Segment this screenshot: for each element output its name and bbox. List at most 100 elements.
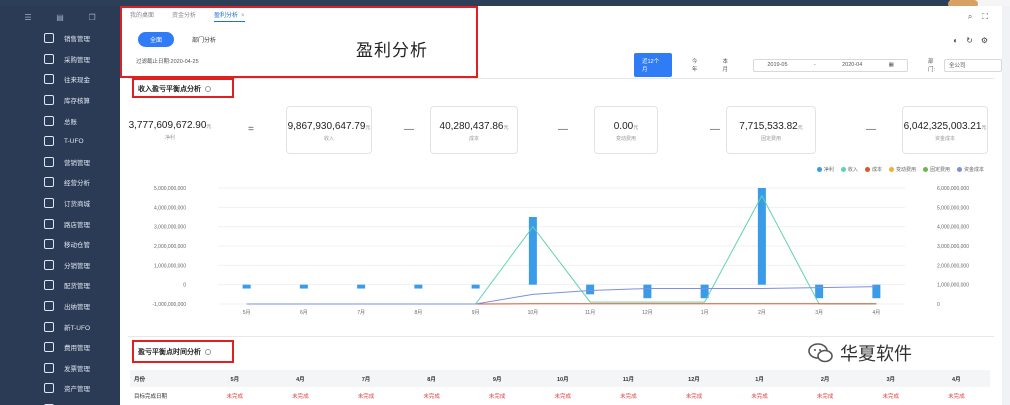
window-icon[interactable]: ❐: [88, 13, 95, 22]
metric-unit: 元: [797, 125, 803, 131]
table-header-cell: 月份: [134, 376, 146, 383]
menu-item-icon: [44, 342, 54, 353]
series-line: [246, 286, 877, 305]
dept-select[interactable]: 全公司: [944, 58, 1002, 72]
sidebar-item[interactable]: 订货商城: [0, 193, 120, 214]
sidebar-item[interactable]: 移动仓管: [0, 234, 120, 255]
legend-swatch: [840, 167, 846, 172]
window-tools: ⌕ ⛶: [968, 12, 988, 22]
bar-net-profit: [357, 284, 366, 289]
sidebar-item-label: 出纳管理: [64, 304, 90, 312]
sidebar-item-label: T-UFO: [64, 137, 84, 145]
legend-item[interactable]: 收入: [840, 166, 858, 173]
table-cell: 未完成: [357, 393, 375, 400]
sidebar-item[interactable]: 报表中心: [0, 399, 120, 405]
menu-item-icon: [44, 198, 54, 209]
sidebar-item[interactable]: 销售管理: [0, 28, 120, 49]
sidebar-item-label: 总账: [64, 118, 77, 126]
table-header-cell: 11月: [622, 376, 635, 383]
legend-item[interactable]: 净利: [816, 166, 834, 173]
list-icon[interactable]: ▤: [56, 13, 64, 22]
legend-swatch: [922, 167, 928, 172]
x-tick-label: 4月: [872, 310, 880, 316]
legend-swatch: [816, 167, 822, 172]
search-icon[interactable]: ⌕: [968, 12, 972, 22]
sidebar: ☰ ▤ ❐ 销售管理采购管理 往来现金 库存核算总账 T-UFO 营销管理 经营分析订货商…: [0, 6, 120, 405]
filter-bar: 近12个月 今年 本月 2019-05 - 2020-04 ▦ 部门: 全公司: [634, 53, 1002, 77]
metric-value: 7,715,533.82元: [739, 121, 803, 132]
legend-swatch: [888, 167, 894, 172]
metric-unit: 元: [503, 125, 509, 131]
menu-icon[interactable]: ☰: [24, 13, 31, 22]
table-header-cell: 8月: [427, 376, 436, 383]
table-cell: 未完成: [816, 393, 834, 400]
legend-item[interactable]: 资金成本: [956, 166, 984, 173]
sidebar-item-label: 订货商城: [64, 201, 90, 209]
sidebar-item[interactable]: 经营分析: [0, 172, 120, 193]
y-tick-label-right: 6,000,000,000: [937, 186, 969, 192]
sidebar-item[interactable]: 往来现金: [0, 69, 120, 90]
metric-value: 3,777,609,672.90元: [128, 120, 212, 131]
y-tick-label-left: -1,000,000,000: [152, 302, 186, 308]
bar-net-profit: [299, 284, 308, 289]
bar-net-profit: [414, 284, 423, 289]
x-tick-label: 8月: [414, 310, 422, 316]
metric-operator: —: [404, 124, 414, 135]
table-header-cell: 4月: [296, 376, 305, 383]
legend-item[interactable]: 固定费用: [922, 166, 950, 173]
metric-label: 成本: [468, 136, 479, 142]
sidebar-item[interactable]: 库存核算: [0, 90, 120, 111]
legend-label: 成本: [871, 167, 882, 173]
recent-12-months-button[interactable]: 近12个月: [634, 53, 672, 77]
breakeven-time-table: 月份 5月 4月 7月 8月 9月 10月 11月 12月 1月 2月 3月 4月 目标完成日期 未完成 未完…: [130, 370, 990, 404]
sidebar-item[interactable]: 新T-UFO: [0, 316, 120, 337]
dept-label: 部门:: [927, 59, 936, 73]
this-month-button[interactable]: 本月: [723, 57, 734, 73]
table-header-cell: 12月: [688, 376, 700, 383]
metric-card: 3,777,609,672.90元 净利: [120, 106, 220, 154]
dept-filter: 部门: 全公司: [928, 57, 1002, 73]
legend-label: 收入: [847, 167, 858, 173]
fullscreen-icon[interactable]: ⛶: [982, 12, 988, 22]
sidebar-item-label: 费用管理: [64, 345, 90, 353]
table-cell: 目标完成日期: [134, 393, 168, 400]
sidebar-item[interactable]: T-UFO: [0, 131, 120, 152]
y-tick-label-left: 0: [183, 283, 186, 289]
this-year-button[interactable]: 今年: [692, 57, 703, 73]
legend-item[interactable]: 变动费用: [888, 166, 916, 173]
watermark: 华夏软件: [808, 340, 912, 366]
metric-label: 收入: [323, 136, 334, 142]
legend-item[interactable]: 成本: [864, 166, 882, 173]
sidebar-toolbar: ☰ ▤ ❐: [0, 6, 120, 28]
refresh-icon[interactable]: ↻: [966, 36, 973, 45]
table-cell: 未完成: [948, 393, 965, 400]
sidebar-item[interactable]: 资产管理: [0, 378, 120, 399]
wechat-icon: [808, 343, 833, 363]
sidebar-item[interactable]: 采购管理: [0, 49, 120, 70]
sidebar-item[interactable]: 出纳管理: [0, 296, 120, 317]
sidebar-item[interactable]: 发票管理: [0, 358, 120, 379]
sidebar-item[interactable]: 营销管理: [0, 152, 120, 173]
sidebar-item-label: 发票管理: [64, 365, 90, 373]
legend-label: 变动费用: [895, 167, 916, 173]
x-tick-label: 6月: [300, 310, 308, 316]
sidebar-item[interactable]: 路店管理: [0, 213, 120, 234]
highlight-box-section1: [132, 78, 234, 98]
legend-label: 净利: [823, 167, 834, 173]
gear-icon[interactable]: ⚙: [981, 36, 988, 45]
metric-unit: 元: [365, 125, 371, 131]
divider: [128, 336, 994, 337]
bar-net-profit: [471, 284, 480, 289]
menu-item-icon: [44, 321, 54, 332]
sidebar-item[interactable]: 配货管理: [0, 275, 120, 296]
sidebar-item[interactable]: 总账: [0, 110, 120, 131]
metric-operator: —: [558, 124, 568, 135]
metric-card: 40,280,437.86元 成本: [430, 106, 518, 154]
sidebar-item[interactable]: 费用管理: [0, 337, 120, 358]
date-range-picker[interactable]: 2019-05 - 2020-04 ▦: [753, 58, 908, 72]
theme-icon[interactable]: ◐: [953, 36, 958, 45]
metric-card: 0.00元 变动费用: [594, 106, 658, 154]
sidebar-item[interactable]: 分销管理: [0, 255, 120, 276]
menu-item-icon: [44, 115, 54, 126]
sidebar-item-label: 销售管理: [64, 36, 90, 44]
